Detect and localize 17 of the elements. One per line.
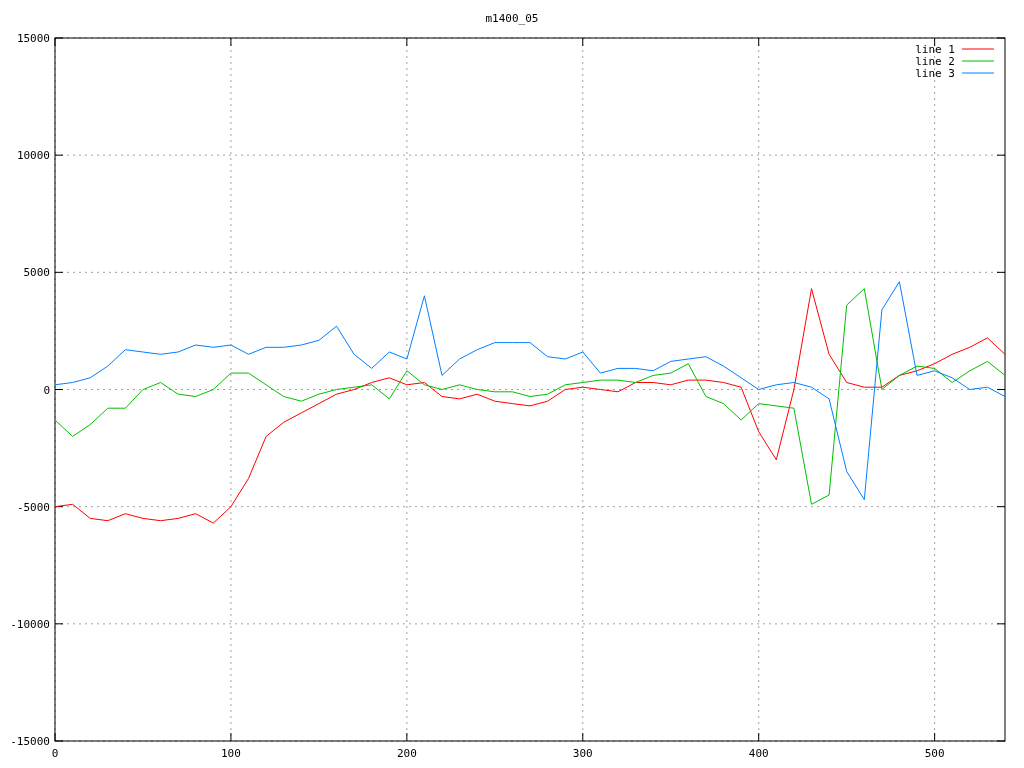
y-tick-label: 10000 bbox=[16, 149, 50, 163]
legend-label: line 3 bbox=[915, 67, 955, 80]
x-tick-label: 200 bbox=[396, 747, 417, 760]
y-tick-label: -10000 bbox=[10, 617, 50, 631]
legend-label: line 2 bbox=[915, 55, 955, 68]
chart-title: m1400_05 bbox=[485, 12, 539, 25]
x-tick-label: 0 bbox=[51, 747, 59, 760]
x-tick-label: 500 bbox=[924, 747, 945, 760]
legend-label: line 1 bbox=[915, 43, 955, 56]
x-tick-label: 400 bbox=[748, 747, 769, 760]
y-tick-label: -5000 bbox=[16, 500, 50, 514]
y-tick-label: 5000 bbox=[23, 266, 50, 280]
x-tick-label: 100 bbox=[221, 747, 241, 760]
y-tick-label: -15000 bbox=[10, 735, 50, 748]
y-tick-label: 0 bbox=[43, 383, 50, 397]
x-tick-label: 300 bbox=[572, 747, 593, 760]
y-tick-label: 15000 bbox=[16, 32, 50, 45]
